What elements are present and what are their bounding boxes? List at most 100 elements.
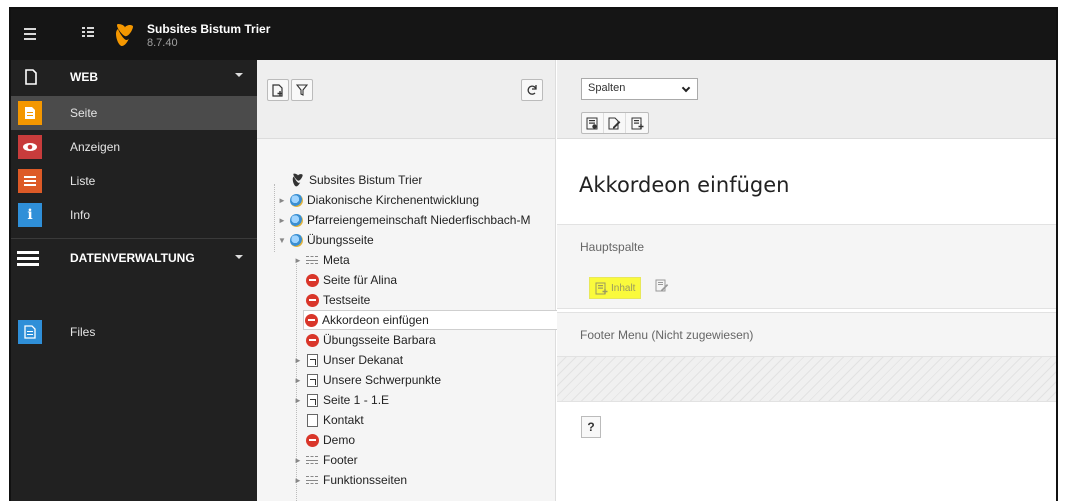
module-menu: WEB Seite Anzeigen Liste i Info DATENVER… [11,60,257,501]
tree-node-label: Kontakt [323,413,364,427]
expand-arrow-icon[interactable]: ► [293,256,303,265]
expand-arrow-icon[interactable]: ► [293,456,303,465]
help-label: ? [587,420,595,434]
new-content-button[interactable] [626,113,648,133]
page-hidden-icon [304,313,318,327]
view-mode-select[interactable]: Spalten [581,78,698,100]
tree-node-label: Seite für Alina [323,273,398,287]
tree-node[interactable]: ► Unsere Schwerpunkte [293,370,441,390]
tree-node[interactable]: Seite für Alina [305,270,397,290]
tree-node-label: Meta [323,253,350,267]
module-item-label: Files [70,325,96,339]
refresh-icon [527,85,537,95]
files-icon [18,320,42,344]
help-button[interactable]: ? [581,416,601,438]
module-item-seite[interactable]: Seite [11,96,257,130]
add-content-button[interactable]: Inhalt [589,277,642,299]
caret-down-icon [235,255,243,259]
hamburger-icon[interactable] [24,28,36,44]
typo3-logo[interactable] [114,23,136,47]
module-item-label: Info [70,208,91,222]
edit-column-icon [655,279,669,292]
view-page-icon [586,117,598,129]
column-title: Footer Menu (Nicht zugewiesen) [580,328,754,342]
column-header-hauptspalte: Hauptspalte [557,224,1056,268]
tree-node-selected[interactable]: Akkordeon einfügen [303,310,562,330]
divider-icon [305,453,319,467]
expand-arrow-icon[interactable]: ► [293,396,303,405]
view-mode-select-value: Spalten [588,82,626,94]
filter-icon [296,84,308,96]
tree-node[interactable]: ► Footer [293,450,358,470]
edit-page-button[interactable] [604,113,626,133]
tree-node[interactable]: ► Unser Dekanat [293,350,403,370]
site-version: 8.7.40 [147,37,178,49]
module-item-files[interactable]: Files [11,315,257,349]
tree-node[interactable]: ▼ Übungsseite [277,230,374,250]
page-icon [305,413,319,427]
tree-node[interactable]: Kontakt [305,410,364,430]
tree-node[interactable]: ► Meta [293,250,350,270]
tree-node[interactable]: ► Diakonische Kirchenentwicklung [277,190,479,210]
expand-arrow-icon[interactable]: ► [293,356,303,365]
divider-icon [305,473,319,487]
module-group-label: DATENVERWALTUNG [70,251,195,265]
edit-page-icon [608,117,621,129]
view-page-button[interactable] [582,113,604,133]
tree-node[interactable]: ► Pfarreiengemeinschaft Niederfischbach-… [277,210,556,230]
tree-node[interactable]: ► Seite 1 - 1.E [293,390,389,410]
new-page-icon [272,83,283,97]
shortcut-icon [305,393,319,407]
tree-node-label: Demo [323,433,356,447]
expand-arrow-icon[interactable]: ► [293,376,303,385]
page-icon [18,101,42,125]
menu-icon [17,250,39,266]
refresh-button[interactable] [521,79,543,101]
page-hidden-icon [305,433,319,447]
typo3-logo-icon [291,173,305,187]
module-group-web[interactable]: WEB [11,60,257,94]
collapse-arrow-icon[interactable]: ▼ [277,236,287,245]
tree-node-label: Subsites Bistum Trier [309,173,423,187]
module-group-datenverwaltung[interactable]: DATENVERWALTUNG [11,240,257,276]
page-tree-toggle-icon[interactable] [81,26,97,42]
main-content: Spalten Akkordeon einfügen Hauptspalte I… [557,60,1056,501]
add-content-icon [595,282,608,294]
tree-node-label: Übungsseite Barbara [323,333,436,347]
expand-arrow-icon[interactable]: ► [277,216,287,225]
tree-root[interactable]: Subsites Bistum Trier [291,170,422,190]
tree-node[interactable]: Demo [305,430,355,450]
tree-node[interactable]: Testseite [305,290,370,310]
edit-column-button[interactable] [655,279,671,295]
module-item-info[interactable]: i Info [11,198,257,232]
list-icon [18,169,42,193]
new-page-button[interactable] [267,79,289,101]
tree-node[interactable]: Übungsseite Barbara [305,330,436,350]
globe-icon [289,213,303,227]
tree-node[interactable]: ► Funktionsseiten [293,470,407,490]
module-item-anzeigen[interactable]: Anzeigen [11,130,257,164]
module-group-label: WEB [70,70,98,84]
document-icon [23,69,39,85]
module-item-label: Seite [70,106,98,120]
tree-node-label: Übungsseite [307,233,374,247]
chevron-down-icon [681,83,691,93]
eye-icon [18,135,42,159]
page-hidden-icon [305,273,319,287]
page-action-buttons [581,112,649,134]
expand-arrow-icon[interactable]: ► [293,476,303,485]
expand-arrow-icon[interactable]: ► [277,196,287,205]
typo3-backend-window: Subsites Bistum Trier 8.7.40 WEB Seite A… [9,7,1058,501]
module-item-liste[interactable]: Liste [11,164,257,198]
module-item-label: Liste [70,174,96,188]
module-separator [11,238,257,239]
tree-node-label: Testseite [323,293,371,307]
filter-button[interactable] [291,79,313,101]
page-hidden-icon [305,333,319,347]
column-header-footer-menu: Footer Menu (Nicht zugewiesen) [557,312,1056,356]
page-hidden-icon [305,293,319,307]
add-content-label: Inhalt [611,282,636,294]
doc-header-toolbar: Spalten [557,60,1056,139]
site-title: Subsites Bistum Trier [147,22,271,36]
page-title: Akkordeon einfügen [579,173,790,197]
